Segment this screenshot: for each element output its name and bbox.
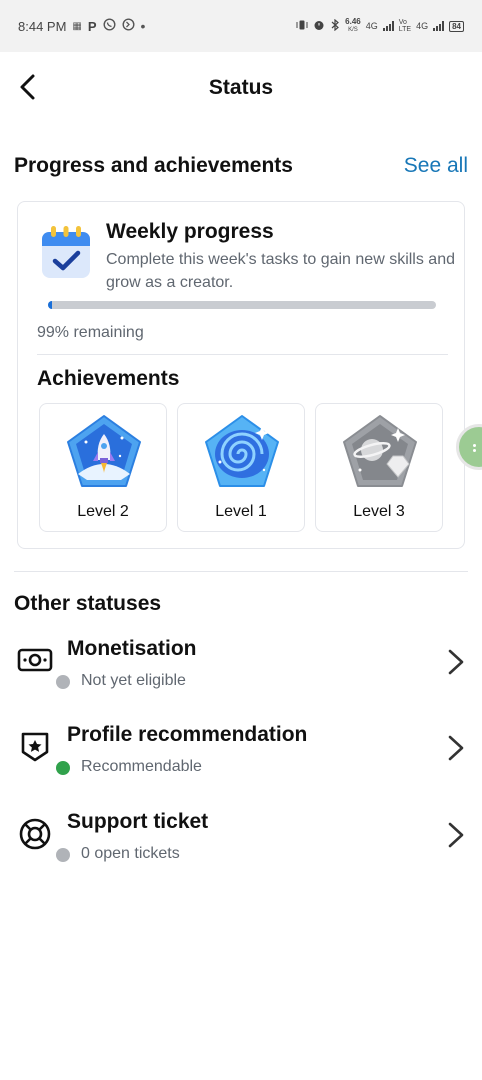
status-row-status: 0 open tickets (81, 845, 180, 862)
status-row-title: Support ticket (67, 810, 209, 833)
badge-level-3[interactable]: Level 3 (315, 403, 443, 532)
status-dot (56, 848, 70, 862)
status-bar: 8:44 PM ▦ P • 6.46 K/S 4G Vo LTE 4G 84 (0, 0, 482, 52)
signal-1-icon (382, 21, 394, 31)
status-row-status: Not yet eligible (81, 672, 186, 689)
weekly-progress-bar-fill (48, 301, 52, 309)
status-row-status: Recommendable (81, 758, 202, 775)
calendar-check-icon (42, 226, 90, 278)
page-title: Status (208, 76, 274, 99)
status-dot (56, 675, 70, 689)
status-row-profile-recommendation[interactable]: Profile recommendation Recommendable (0, 723, 482, 803)
header: Status (0, 52, 482, 128)
weekly-progress-bar (48, 301, 436, 309)
money-icon (17, 648, 53, 672)
p-icon: P (87, 18, 97, 34)
section-divider (14, 571, 468, 572)
chevron-right-icon (448, 649, 464, 675)
galaxy-badge-icon (205, 415, 279, 487)
progress-section-header: Progress and achievements See all (14, 150, 468, 182)
badge-label: Level 1 (215, 503, 267, 520)
progress-card: Weekly progress Complete this week's tas… (17, 201, 465, 549)
bubble-dots-icon (473, 444, 476, 447)
network-speed: 6.46 K/S (345, 17, 361, 34)
weekly-progress-description: Complete this week's tasks to gain new s… (106, 251, 455, 291)
status-row-support-ticket[interactable]: Support ticket 0 open tickets (0, 810, 482, 890)
whatsapp-business-icon (122, 18, 135, 34)
shield-star-icon (21, 732, 49, 762)
weekly-progress-title: Weekly progress (106, 220, 274, 243)
badge-level-1[interactable]: Level 1 (177, 403, 305, 532)
status-dot (56, 761, 70, 775)
lifebuoy-icon (19, 818, 51, 850)
see-all-link[interactable]: See all (404, 154, 468, 178)
achievements-title: Achievements (37, 367, 180, 390)
status-row-title: Monetisation (67, 637, 197, 660)
badge-level-2[interactable]: Level 2 (39, 403, 167, 532)
dot-icon: • (140, 18, 146, 34)
battery-icon: 84 (449, 20, 464, 32)
chevron-right-icon (448, 735, 464, 761)
card-divider (37, 354, 448, 355)
signal-2-icon (433, 21, 445, 31)
sim1-4g-label: 4G (365, 21, 378, 31)
other-statuses-title: Other statuses (14, 592, 162, 615)
progress-section-title: Progress and achievements (14, 154, 293, 177)
alarm-icon (313, 19, 325, 33)
rocket-badge-icon (67, 415, 141, 487)
bluetooth-icon (330, 18, 340, 33)
status-row-title: Profile recommendation (67, 723, 308, 746)
badge-label: Level 2 (77, 503, 129, 520)
clock: 8:44 PM (18, 18, 67, 34)
badge-label: Level 3 (353, 503, 405, 520)
achievement-badges: Level 2 Level 1 Level 3 (39, 403, 443, 532)
progress-remaining: 99% remaining (37, 324, 144, 341)
volte-label: Vo LTE (398, 19, 412, 33)
sim2-4g-label: 4G (416, 21, 429, 31)
vibrate-icon (296, 19, 308, 33)
planet-badge-icon (343, 415, 417, 487)
sim-icon: ▦ (72, 20, 82, 32)
chevron-right-icon (448, 822, 464, 848)
status-row-monetisation[interactable]: Monetisation Not yet eligible (0, 637, 482, 717)
whatsapp-icon (103, 18, 116, 34)
